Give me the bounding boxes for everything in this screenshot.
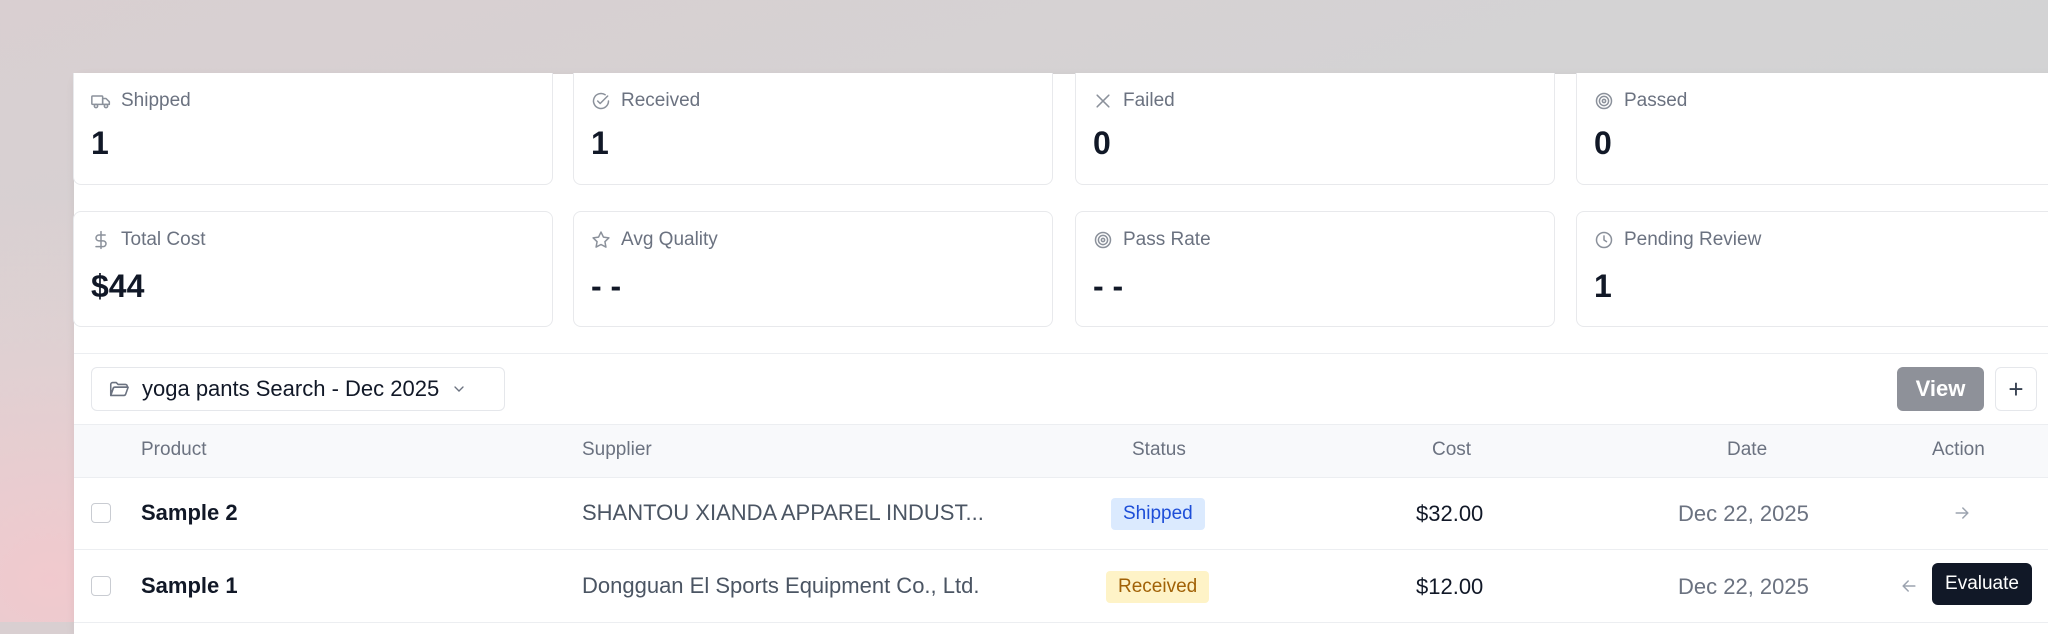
stat-card-passed: Passed 0 <box>1576 73 2048 185</box>
stat-card-shipped: Shipped 1 <box>73 73 553 185</box>
stat-card-received: Received 1 <box>573 73 1053 185</box>
add-button[interactable]: + <box>1995 367 2037 411</box>
date-value: Dec 22, 2025 <box>1678 501 1809 526</box>
target-icon <box>1595 92 1613 110</box>
arrow-left-icon[interactable] <box>1899 576 1919 596</box>
stat-card-total-cost: Total Cost $44 <box>73 211 553 327</box>
folder-select[interactable]: yoga pants Search - Dec 2025 <box>91 367 505 411</box>
section-divider <box>74 353 2048 354</box>
column-header-cost: Cost <box>1432 439 1472 460</box>
table-header: Product Supplier Status Cost Date Action <box>74 424 2048 478</box>
column-header-status: Status <box>1132 439 1186 460</box>
samples-panel: Shipped 1 Received 1 Failed 0 Passed 0 T… <box>73 73 2048 634</box>
status-badge: Shipped <box>1111 498 1205 530</box>
stat-label: Pass Rate <box>1123 229 1211 250</box>
target-icon <box>1094 231 1112 249</box>
stat-label: Avg Quality <box>621 229 718 250</box>
row-checkbox[interactable] <box>91 503 111 523</box>
cost-value: $32.00 <box>1416 501 1484 526</box>
truck-icon <box>91 95 111 109</box>
stat-value: 0 <box>1594 125 1612 161</box>
stat-label: Total Cost <box>121 229 206 250</box>
stat-card-failed: Failed 0 <box>1075 73 1555 185</box>
stat-card-pending-review: Pending Review 1 <box>1576 211 2048 327</box>
stat-label: Pending Review <box>1624 229 1762 250</box>
column-header-date: Date <box>1727 439 1768 460</box>
clock-icon <box>1595 231 1613 249</box>
status-badge: Received <box>1106 571 1210 603</box>
star-icon <box>592 231 610 248</box>
arrow-right-icon[interactable] <box>1952 503 1972 523</box>
column-header-action: Action <box>1932 439 1985 460</box>
cost-value: $12.00 <box>1416 574 1484 599</box>
chevron-down-icon <box>454 386 464 392</box>
dollar-icon <box>95 230 107 250</box>
x-icon <box>1096 94 1110 108</box>
stat-label: Received <box>621 90 701 111</box>
stat-card-avg-quality: Avg Quality - - <box>573 211 1053 327</box>
column-header-product: Product <box>141 439 207 460</box>
stat-label: Shipped <box>121 90 191 111</box>
stat-value: 0 <box>1093 125 1111 161</box>
folder-select-label: yoga pants Search - Dec 2025 <box>142 376 440 401</box>
stat-card-pass-rate: Pass Rate - - <box>1075 211 1555 327</box>
folder-icon <box>109 381 129 397</box>
row-checkbox[interactable] <box>91 576 111 596</box>
stat-value: 1 <box>1594 268 1612 304</box>
stat-value: 1 <box>591 125 609 161</box>
stat-label: Failed <box>1123 90 1175 111</box>
column-header-supplier: Supplier <box>582 439 652 460</box>
stat-value: - - <box>591 268 622 304</box>
stat-label: Passed <box>1624 90 1688 111</box>
view-button[interactable]: View <box>1897 367 1984 411</box>
supplier-name: SHANTOU XIANDA APPAREL INDUST... <box>582 500 984 525</box>
evaluate-tooltip[interactable]: Evaluate <box>1932 563 2032 605</box>
supplier-name: Dongguan El Sports Equipment Co., Ltd. <box>582 573 980 598</box>
table-row[interactable]: Sample 1 Dongguan El Sports Equipment Co… <box>74 550 2048 623</box>
product-name: Sample 1 <box>141 573 238 598</box>
stat-value: - - <box>1093 268 1124 304</box>
check-circle-icon <box>592 92 610 110</box>
stat-value: 1 <box>91 125 109 161</box>
stat-value: $44 <box>91 268 145 304</box>
product-name: Sample 2 <box>141 500 238 525</box>
table-row[interactable]: Sample 2 SHANTOU XIANDA APPAREL INDUST..… <box>74 477 2048 550</box>
date-value: Dec 22, 2025 <box>1678 574 1809 599</box>
